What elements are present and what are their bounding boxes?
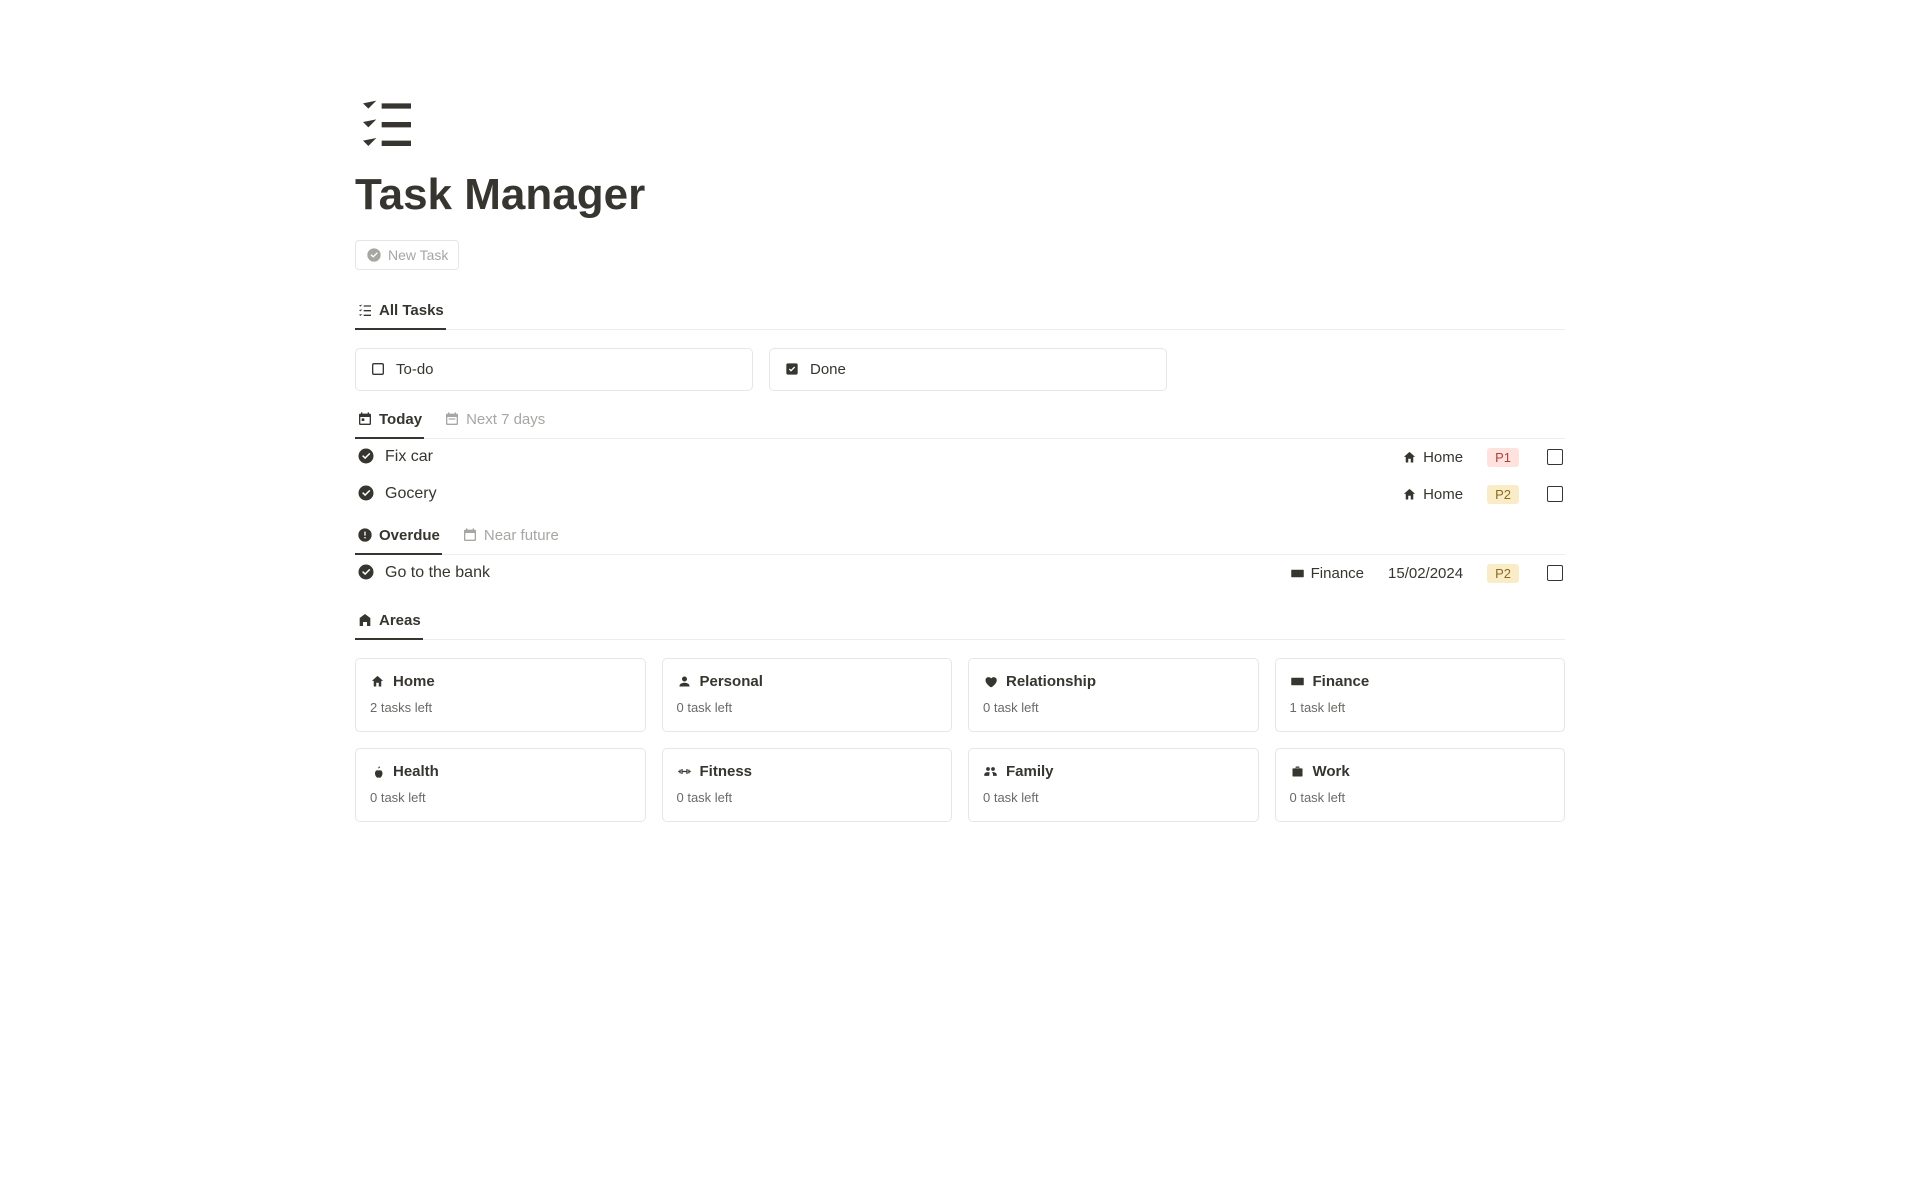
building-icon [357,612,373,628]
group-icon [983,764,998,779]
overdue-tabrow: Overdue Near future [355,519,1565,555]
home-icon [1402,487,1417,502]
areas-grid: Home2 tasks leftPersonal0 task leftRelat… [355,658,1565,822]
tab-near-future[interactable]: Near future [460,519,561,554]
task-checkbox[interactable] [1547,486,1563,502]
area-name: Fitness [700,763,753,780]
tab-next7-label: Next 7 days [466,411,545,428]
task-priority: P2 [1487,564,1519,583]
area-card[interactable]: Health 0 task left [355,748,646,822]
filter-done[interactable]: Done [769,348,1167,391]
area-card[interactable]: Work 0 task left [1275,748,1566,822]
area-subtitle: 0 task left [983,700,1244,715]
task-checkbox[interactable] [1547,565,1563,581]
page-title: Task Manager [355,169,1565,222]
home-icon [370,674,385,689]
tab-overdue-label: Overdue [379,527,440,544]
area-name: Health [393,763,439,780]
calendar-icon [462,527,478,543]
tab-today[interactable]: Today [355,403,424,438]
tab-today-label: Today [379,411,422,428]
area-name: Personal [700,673,763,690]
calendar-day-icon [357,411,373,427]
area-card[interactable]: Relationship 0 task left [968,658,1259,732]
calendar-week-icon [444,411,460,427]
area-subtitle: 0 task left [983,790,1244,805]
task-area-label: Home [1423,486,1463,503]
square-icon [370,361,386,377]
area-name: Finance [1313,673,1370,690]
check-circle-icon [366,247,382,263]
task-checkbox[interactable] [1547,449,1563,465]
task-area-tag[interactable]: Finance [1290,565,1364,582]
area-name: Work [1313,763,1350,780]
task-area-tag[interactable]: Home [1402,486,1463,503]
area-subtitle: 0 task left [1290,790,1551,805]
heart-icon [983,674,998,689]
area-card[interactable]: Home 2 tasks left [355,658,646,732]
page-icon [355,90,1565,157]
task-priority: P1 [1487,448,1519,467]
views-tabrow: All Tasks [355,294,1565,330]
apple-icon [370,764,385,779]
check-circle-icon [357,563,375,584]
tab-overdue[interactable]: Overdue [355,519,442,554]
today-task-list: Fix car Home P1 Gocery Home P2 [355,439,1565,513]
check-circle-icon [357,447,375,468]
briefcase-icon [1290,764,1305,779]
area-name: Family [1006,763,1054,780]
area-card[interactable]: Family 0 task left [968,748,1259,822]
area-name: Relationship [1006,673,1096,690]
area-card[interactable]: Fitness 0 task left [662,748,953,822]
task-row[interactable]: Fix car Home P1 [355,439,1565,476]
tab-areas-label: Areas [379,612,421,629]
task-area-label: Finance [1311,565,1364,582]
area-card[interactable]: Personal 0 task left [662,658,953,732]
status-filter-row: To-do Done [355,348,1565,391]
task-date: 15/02/2024 [1388,565,1463,582]
checklist-icon [357,302,373,318]
task-area-label: Home [1423,449,1463,466]
tab-next7[interactable]: Next 7 days [442,403,547,438]
card-icon [1290,566,1305,581]
area-subtitle: 2 tasks left [370,700,631,715]
dumbbell-icon [677,764,692,779]
check-circle-icon [357,484,375,505]
tab-near-label: Near future [484,527,559,544]
filter-done-label: Done [810,361,846,378]
square-check-icon [784,361,800,377]
filter-todo[interactable]: To-do [355,348,753,391]
task-row[interactable]: Go to the bank Finance 15/02/2024 P2 [355,555,1565,592]
task-name: Gocery [385,485,437,503]
new-task-label: New Task [388,247,448,263]
task-name: Fix car [385,448,433,466]
area-subtitle: 0 task left [677,790,938,805]
today-tabrow: Today Next 7 days [355,403,1565,439]
area-subtitle: 1 task left [1290,700,1551,715]
areas-tabrow: Areas [355,604,1565,640]
new-task-button[interactable]: New Task [355,240,459,270]
task-area-tag[interactable]: Home [1402,449,1463,466]
task-row[interactable]: Gocery Home P2 [355,476,1565,513]
alert-icon [357,527,373,543]
card-icon [1290,674,1305,689]
overdue-task-list: Go to the bank Finance 15/02/2024 P2 [355,555,1565,592]
home-icon [1402,450,1417,465]
tab-all-tasks[interactable]: All Tasks [355,294,446,329]
area-card[interactable]: Finance 1 task left [1275,658,1566,732]
task-name: Go to the bank [385,564,490,582]
user-icon [677,674,692,689]
area-subtitle: 0 task left [370,790,631,805]
area-name: Home [393,673,435,690]
task-priority: P2 [1487,485,1519,504]
tab-all-tasks-label: All Tasks [379,302,444,319]
filter-todo-label: To-do [396,361,434,378]
tab-areas[interactable]: Areas [355,604,423,639]
area-subtitle: 0 task left [677,700,938,715]
